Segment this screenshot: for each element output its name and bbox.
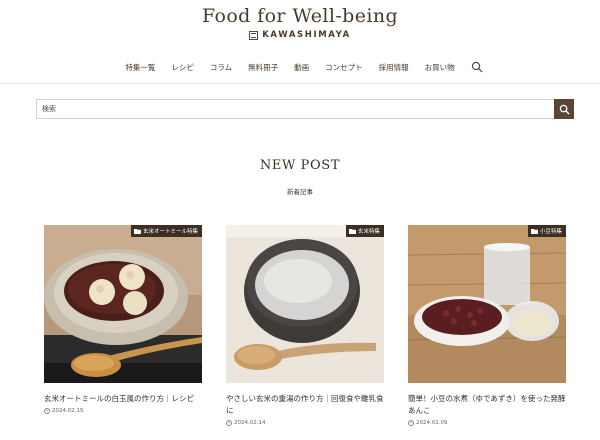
folder-icon — [348, 228, 356, 234]
brand-logo[interactable]: KAWASHIMAYA — [0, 30, 600, 40]
nav-item-recruit[interactable]: 採用情報 — [371, 62, 417, 73]
post-date: 2024.02.15 — [44, 408, 202, 414]
post-thumbnail[interactable]: 小豆特集 — [408, 225, 566, 383]
post-title[interactable]: 簡単！小豆の水煮（ゆであずき）を使った発酵あんこ — [408, 393, 566, 417]
search-input[interactable] — [42, 105, 549, 113]
post-card[interactable]: 玄米オートミール特集 玄米オートミールの白玉風の作り方｜レシピ 2024.02.… — [44, 225, 202, 414]
search-icon — [559, 104, 570, 115]
nav-item-free-booklet[interactable]: 無料冊子 — [240, 62, 286, 73]
post-card[interactable]: 小豆特集 簡単！小豆の水煮（ゆであずき）を使った発酵あんこ 2024.02.09 — [408, 225, 566, 426]
post-date-text: 2024.02.09 — [416, 420, 448, 426]
category-badge[interactable]: 小豆特集 — [527, 225, 566, 237]
category-badge[interactable]: 玄米オートミール特集 — [130, 225, 202, 237]
folder-icon — [133, 228, 141, 234]
category-label: 玄米オートミール特集 — [142, 229, 198, 235]
search-button[interactable] — [554, 99, 574, 119]
nav-item-shop[interactable]: お買い物 — [417, 62, 463, 73]
search-icon[interactable] — [471, 61, 483, 73]
clock-icon — [408, 420, 414, 426]
main-nav: 特集一覧 レシピ コラム 無料冊子 動画 コンセプト 採用情報 お買い物 — [0, 61, 600, 73]
category-label: 小豆特集 — [539, 229, 562, 235]
clock-icon — [226, 420, 232, 426]
category-badge[interactable]: 玄米特集 — [345, 225, 384, 237]
nav-item-videos[interactable]: 動画 — [286, 62, 317, 73]
post-date-text: 2024.02.15 — [52, 408, 84, 414]
section-subtitle: 新着記事 — [287, 188, 313, 196]
azuki-beans-image — [408, 225, 566, 383]
nav-item-columns[interactable]: コラム — [202, 62, 240, 73]
nav-item-recipes[interactable]: レシピ — [163, 62, 202, 73]
category-label: 玄米特集 — [357, 229, 380, 235]
brand-name: KAWASHIMAYA — [262, 30, 351, 40]
search-field[interactable] — [36, 99, 554, 119]
folder-icon — [530, 228, 538, 234]
post-thumbnail[interactable]: 玄米特集 — [226, 225, 384, 383]
nav-item-concept[interactable]: コンセプト — [317, 62, 371, 73]
brand-mark-icon — [249, 30, 259, 40]
post-thumbnail[interactable]: 玄米オートミール特集 — [44, 225, 202, 383]
post-date: 2024.02.09 — [408, 420, 566, 426]
clock-icon — [44, 408, 50, 414]
post-date-text: 2024.02.14 — [234, 420, 266, 426]
section-title: NEW POST — [259, 158, 341, 173]
rice-porridge-bowl-image — [226, 225, 384, 383]
post-title[interactable]: 玄米オートミールの白玉風の作り方｜レシピ — [44, 393, 202, 405]
post-date: 2024.02.14 — [226, 420, 384, 426]
post-title[interactable]: やさしい玄米の重湯の作り方｜回復食や離乳食に — [226, 393, 384, 417]
site-title[interactable]: Food for Well-being — [0, 5, 600, 27]
post-card[interactable]: 玄米特集 やさしい玄米の重湯の作り方｜回復食や離乳食に 2024.02.14 — [226, 225, 384, 426]
shiratama-bowl-image — [44, 225, 202, 383]
nav-item-features[interactable]: 特集一覧 — [117, 62, 163, 73]
header-divider — [0, 83, 600, 84]
